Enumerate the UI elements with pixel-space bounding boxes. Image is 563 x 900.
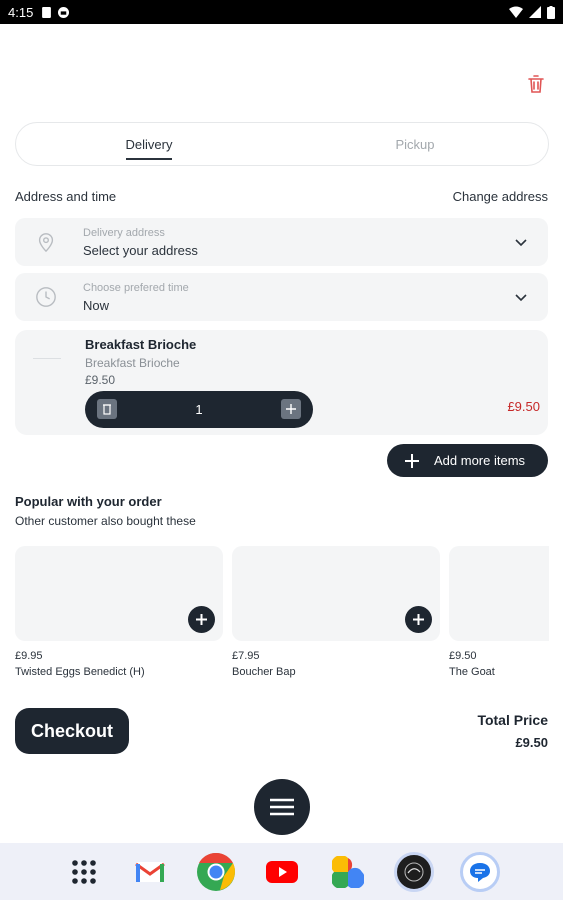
clear-cart-trash-icon[interactable]: [524, 72, 548, 96]
menu-fab-button[interactable]: [254, 779, 310, 835]
product-name: The Goat: [449, 666, 495, 678]
popular-products-carousel[interactable]: £9.95 Twisted Eggs Benedict (H) £7.95 Bo…: [15, 546, 549, 686]
product-price: £7.95: [232, 650, 260, 662]
status-bar: 4:15: [0, 0, 563, 24]
cart-item-description: Breakfast Brioche: [85, 356, 180, 370]
product-name: Twisted Eggs Benedict (H): [15, 666, 145, 678]
wifi-icon: [509, 6, 523, 18]
cart-item-thumbnail: [33, 358, 61, 359]
preferred-time-label: Choose prefered time: [83, 281, 189, 294]
app-notification-icon: [58, 6, 70, 18]
app-drawer-icon[interactable]: [64, 852, 104, 892]
delivery-address-value: Select your address: [83, 242, 198, 258]
chevron-down-icon: [515, 239, 527, 247]
cart-item-card: Breakfast Brioche Breakfast Brioche £9.5…: [15, 330, 548, 435]
increase-quantity-button[interactable]: [281, 399, 301, 419]
tab-delivery[interactable]: Delivery: [16, 123, 282, 165]
plus-icon: [413, 614, 424, 625]
product-image: [449, 546, 549, 641]
photos-app-icon[interactable]: [328, 852, 368, 892]
app-dock: [0, 843, 563, 900]
product-image: [232, 546, 440, 641]
add-more-items-label: Add more items: [434, 453, 526, 468]
messages-app-icon[interactable]: [459, 851, 500, 892]
plus-icon: [286, 404, 296, 414]
quantity-value: 1: [195, 402, 203, 417]
status-time: 4:15: [8, 4, 34, 20]
add-more-items-button[interactable]: Add more items: [387, 444, 548, 477]
product-name: Boucher Bap: [232, 666, 296, 678]
youtube-app-icon[interactable]: [262, 852, 302, 892]
delivery-address-field[interactable]: Delivery address Select your address: [15, 218, 548, 266]
product-card[interactable]: £7.95 Boucher Bap: [232, 546, 440, 678]
location-pin-icon: [38, 233, 54, 253]
popular-title: Popular with your order: [15, 494, 162, 509]
plus-icon: [196, 614, 207, 625]
restaurant-app-icon[interactable]: [393, 851, 434, 892]
total-price-label: Total Price: [477, 712, 548, 728]
product-price: £9.50: [449, 650, 477, 662]
tab-pickup[interactable]: Pickup: [282, 123, 548, 165]
preferred-time-value: Now: [83, 297, 110, 313]
chevron-down-icon: [515, 294, 527, 302]
total-price-value: £9.50: [515, 735, 548, 750]
tab-delivery-label: Delivery: [125, 137, 173, 160]
grid-dots-icon: [71, 859, 96, 884]
product-card[interactable]: £9.50 The Goat: [449, 546, 549, 678]
battery-icon: [547, 5, 555, 19]
product-price: £9.95: [15, 650, 43, 662]
add-product-button[interactable]: [405, 606, 432, 633]
product-image: [15, 546, 223, 641]
tab-pickup-label: Pickup: [395, 136, 435, 152]
youtube-icon: [265, 860, 298, 883]
product-card[interactable]: £9.95 Twisted Eggs Benedict (H): [15, 546, 223, 678]
signal-icon: [529, 6, 541, 18]
restaurant-logo-icon: [404, 862, 423, 881]
cart-item-total: £9.50: [507, 399, 540, 414]
popular-subtitle: Other customer also bought these: [15, 514, 196, 528]
change-address-link[interactable]: Change address: [453, 189, 548, 204]
address-section-title: Address and time: [15, 189, 117, 204]
cart-item-unit-price: £9.50: [85, 373, 116, 387]
quantity-stepper: 1: [85, 391, 313, 428]
plus-icon: [405, 453, 419, 468]
delivery-address-label: Delivery address: [83, 226, 165, 239]
hamburger-menu-icon: [270, 798, 294, 816]
cart-item-name: Breakfast Brioche: [85, 337, 197, 352]
add-product-button[interactable]: [188, 606, 215, 633]
notification-icon: [42, 6, 52, 18]
chrome-icon: [196, 852, 235, 891]
clock-icon: [36, 287, 56, 307]
pinwheel-icon: [331, 855, 364, 888]
preferred-time-field[interactable]: Choose prefered time Now: [15, 273, 548, 321]
checkout-button[interactable]: Checkout: [15, 708, 129, 754]
gmail-app-icon[interactable]: [130, 852, 170, 892]
gmail-icon: [134, 861, 165, 882]
chat-bubble-icon: [469, 862, 490, 882]
chrome-app-icon[interactable]: [196, 852, 236, 892]
order-type-tabs: Delivery Pickup: [15, 122, 549, 166]
